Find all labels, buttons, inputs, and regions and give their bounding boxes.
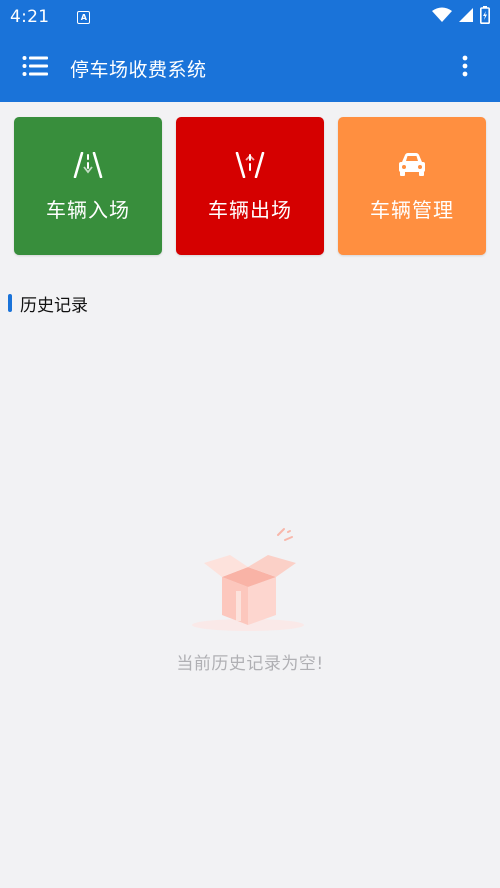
wifi-icon <box>432 7 452 27</box>
empty-history-message: 当前历史记录为空! <box>176 654 324 674</box>
section-accent-bar <box>8 294 12 312</box>
empty-box-icon <box>180 525 320 639</box>
vehicle-exit-label: 车辆出场 <box>208 197 292 222</box>
status-bar: 4:21 A <box>0 0 500 34</box>
empty-state: 当前历史记录为空! <box>0 525 500 705</box>
vehicle-management-label: 车辆管理 <box>370 197 454 222</box>
status-time: 4:21 <box>10 7 50 27</box>
more-vert-icon <box>462 55 468 81</box>
action-cards: 车辆入场 车辆出场 车辆管理 <box>14 117 486 255</box>
menu-icon <box>22 55 48 81</box>
history-title: 历史记录 <box>20 295 88 316</box>
app-bar: 停车场收费系统 <box>0 34 500 102</box>
page-title: 停车场收费系统 <box>70 58 207 81</box>
menu-button[interactable] <box>0 34 70 102</box>
car-icon <box>397 150 427 180</box>
status-icons <box>432 6 490 28</box>
battery-icon <box>480 6 490 28</box>
road-exit-icon <box>235 150 265 180</box>
signal-icon <box>458 7 474 27</box>
vehicle-exit-card[interactable]: 车辆出场 <box>176 117 324 255</box>
notification-app-icon: A <box>77 10 91 24</box>
vehicle-entry-card[interactable]: 车辆入场 <box>14 117 162 255</box>
vehicle-entry-label: 车辆入场 <box>46 197 130 222</box>
vehicle-management-card[interactable]: 车辆管理 <box>338 117 486 255</box>
more-options-button[interactable] <box>430 34 500 102</box>
road-entry-icon <box>73 150 103 180</box>
history-section-header: 历史记录 <box>8 291 88 316</box>
